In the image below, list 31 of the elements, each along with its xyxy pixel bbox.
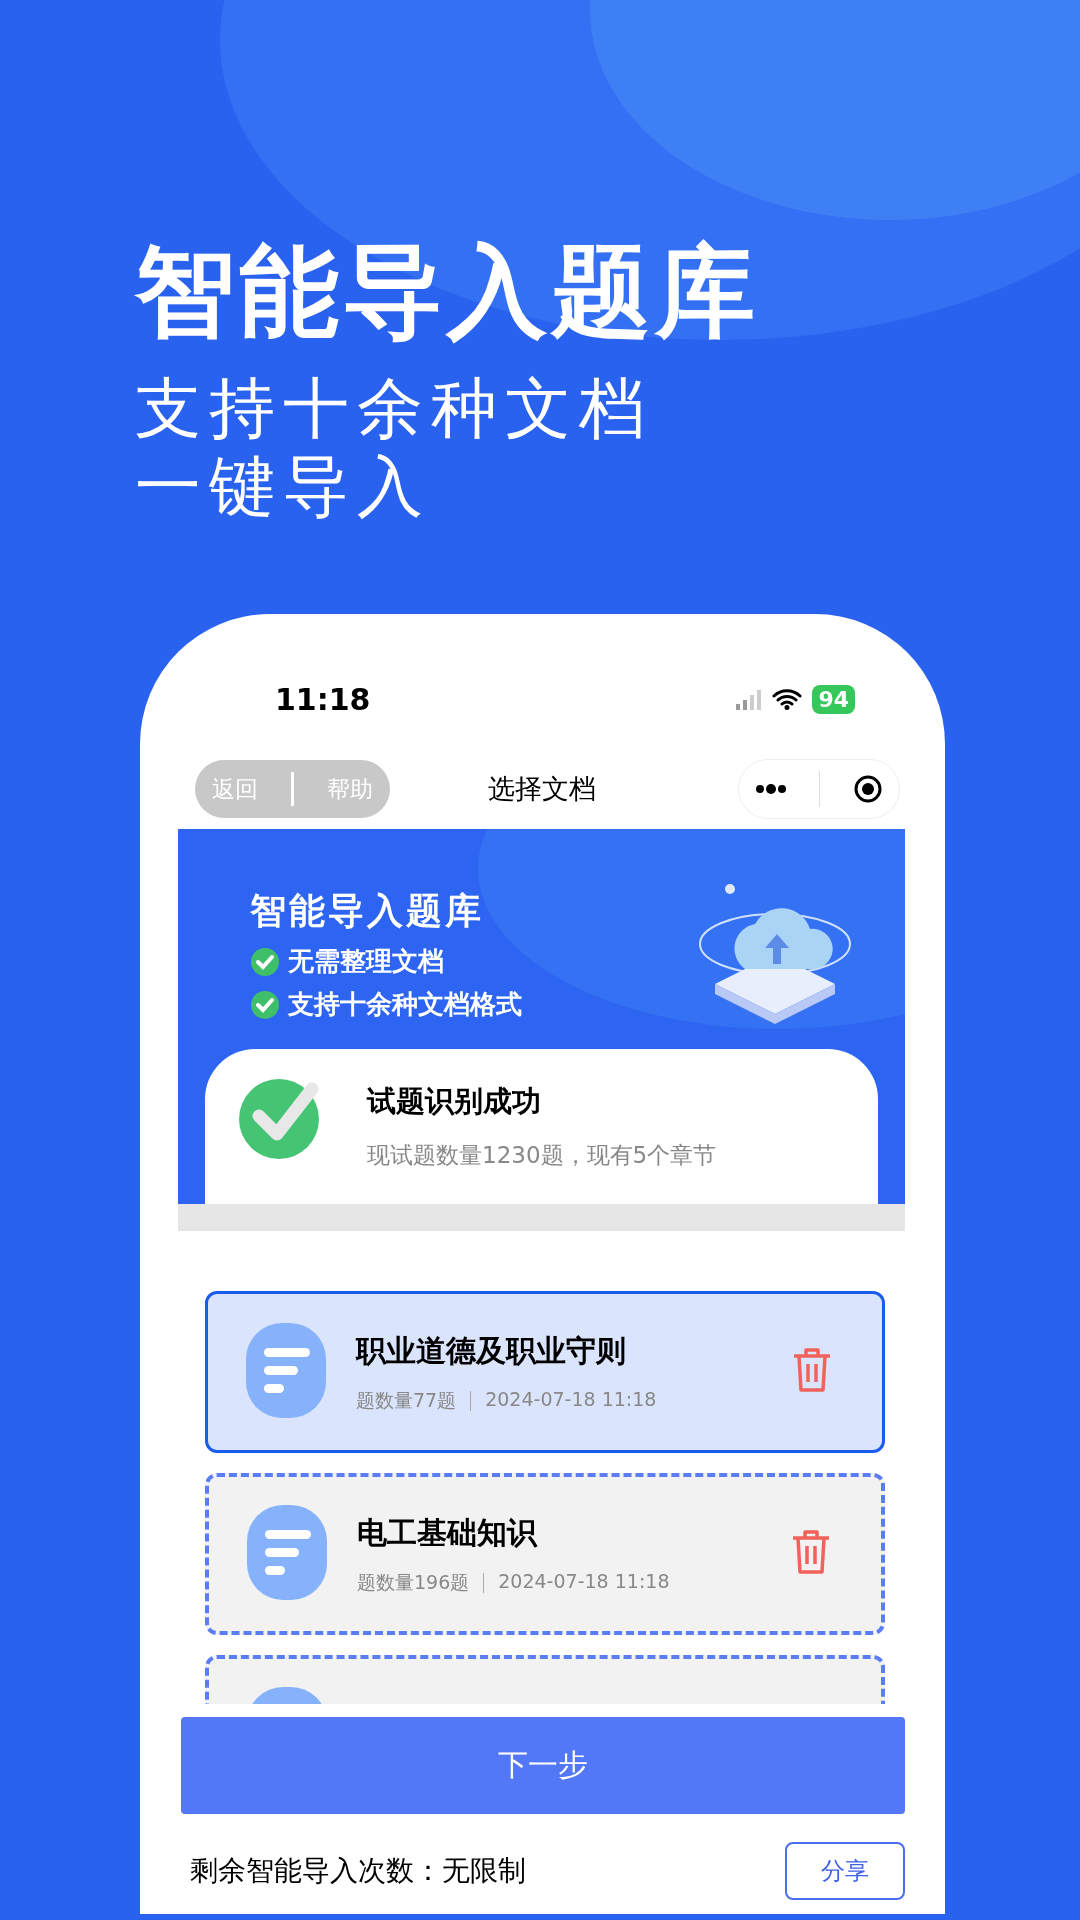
battery-level: 94 bbox=[812, 684, 855, 714]
banner-title: 智能导入题库 bbox=[250, 889, 485, 933]
wifi-icon bbox=[772, 688, 803, 710]
question-count: 题数量77题 bbox=[356, 1387, 457, 1413]
document-date: 2024-07-18 11:18 bbox=[498, 1569, 670, 1594]
document-card[interactable]: 职业道德及职业守则 题数量77题 2024-07-18 11:18 bbox=[205, 1291, 885, 1453]
status-time: 11:18 bbox=[275, 681, 372, 717]
question-count: 题数量196题 bbox=[357, 1569, 470, 1595]
feature-text: 无需整理文档 bbox=[288, 945, 444, 978]
check-icon bbox=[250, 989, 280, 1020]
more-icon[interactable] bbox=[755, 783, 788, 795]
document-title: 职业道德及职业守则 bbox=[356, 1331, 627, 1370]
document-title: 电工基础知识 bbox=[357, 1513, 539, 1552]
check-icon bbox=[250, 946, 280, 977]
remaining-imports: 剩余智能导入次数：无限制 bbox=[190, 1853, 527, 1889]
share-button[interactable]: 分享 bbox=[785, 1842, 905, 1900]
document-icon bbox=[247, 1504, 327, 1600]
document-date: 2024-07-18 11:18 bbox=[485, 1387, 657, 1412]
document-card[interactable]: 电工基础知识 题数量196题 2024-07-18 11:18 bbox=[205, 1473, 885, 1635]
feature-text: 支持十余种文档格式 bbox=[288, 988, 522, 1021]
subtitle-line: 支持十余种文档 bbox=[135, 370, 654, 448]
headline: 智能导入题库 bbox=[135, 232, 760, 352]
trash-icon[interactable] bbox=[792, 1347, 832, 1393]
next-button[interactable]: 下一步 bbox=[181, 1717, 905, 1814]
trash-icon[interactable] bbox=[791, 1529, 831, 1575]
subtitle-line: 一键导入 bbox=[135, 448, 432, 526]
page-title: 选择文档 bbox=[487, 773, 596, 804]
document-icon bbox=[246, 1322, 326, 1418]
result-detail: 现试题数量1230题，现有5个章节 bbox=[367, 1141, 717, 1170]
result-title: 试题识别成功 bbox=[367, 1083, 542, 1120]
signal-icon bbox=[736, 688, 763, 710]
